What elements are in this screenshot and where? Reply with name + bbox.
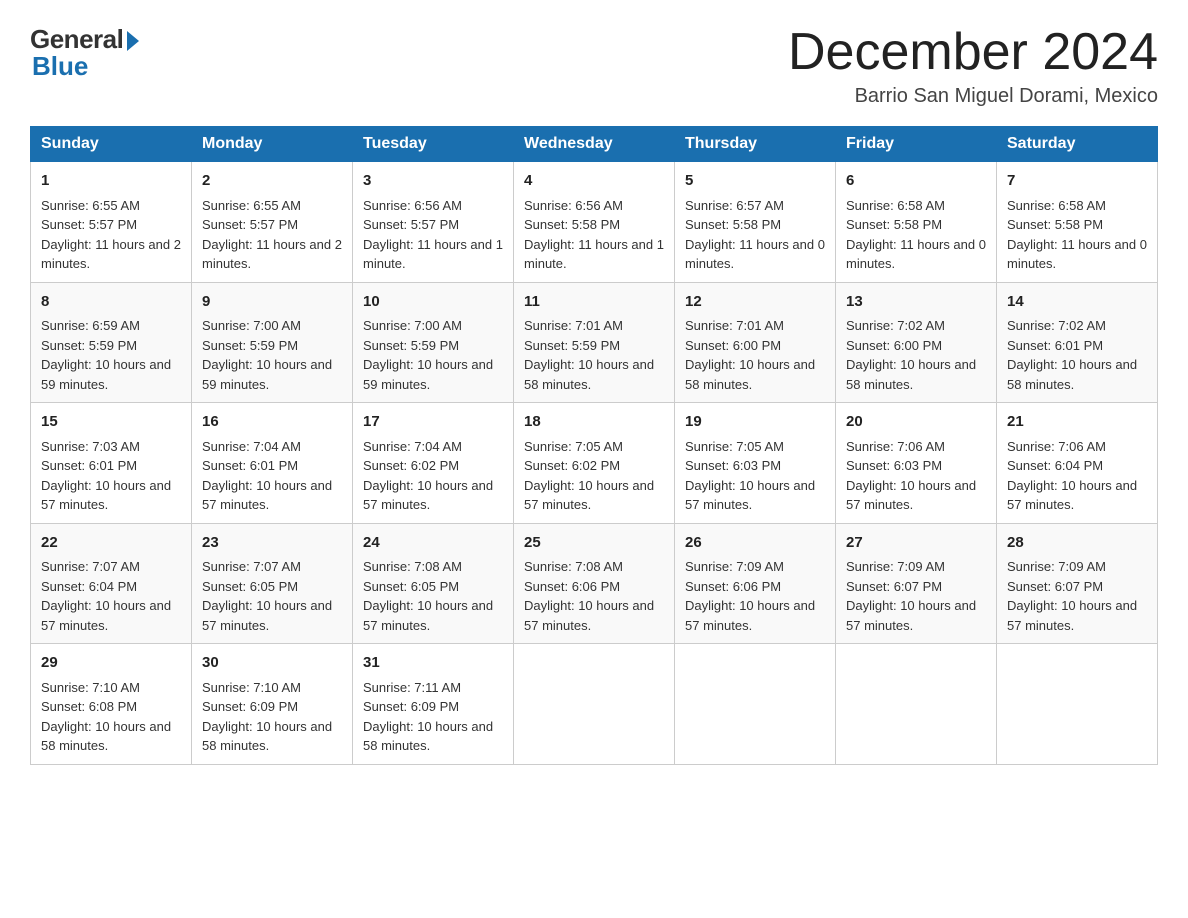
calendar-cell: 5Sunrise: 6:57 AMSunset: 5:58 PMDaylight… [675,162,836,283]
calendar-cell: 7Sunrise: 6:58 AMSunset: 5:58 PMDaylight… [997,162,1158,283]
calendar-cell [997,644,1158,765]
logo: General Blue [30,24,139,82]
calendar-cell: 25Sunrise: 7:08 AMSunset: 6:06 PMDayligh… [514,523,675,644]
day-number: 30 [202,652,342,675]
day-number: 27 [846,532,986,555]
day-number: 16 [202,411,342,434]
calendar-cell: 29Sunrise: 7:10 AMSunset: 6:08 PMDayligh… [31,644,192,765]
day-number: 24 [363,532,503,555]
day-number: 18 [524,411,664,434]
header-friday: Friday [836,127,997,162]
calendar-table: SundayMondayTuesdayWednesdayThursdayFrid… [30,126,1158,765]
calendar-week-row: 22Sunrise: 7:07 AMSunset: 6:04 PMDayligh… [31,523,1158,644]
calendar-cell: 13Sunrise: 7:02 AMSunset: 6:00 PMDayligh… [836,282,997,403]
day-number: 5 [685,170,825,193]
calendar-week-row: 29Sunrise: 7:10 AMSunset: 6:08 PMDayligh… [31,644,1158,765]
page-header: General Blue December 2024 Barrio San Mi… [30,24,1158,108]
calendar-cell: 22Sunrise: 7:07 AMSunset: 6:04 PMDayligh… [31,523,192,644]
calendar-cell: 3Sunrise: 6:56 AMSunset: 5:57 PMDaylight… [353,162,514,283]
day-number: 20 [846,411,986,434]
day-number: 12 [685,291,825,314]
calendar-cell: 31Sunrise: 7:11 AMSunset: 6:09 PMDayligh… [353,644,514,765]
calendar-cell: 18Sunrise: 7:05 AMSunset: 6:02 PMDayligh… [514,403,675,524]
calendar-cell: 4Sunrise: 6:56 AMSunset: 5:58 PMDaylight… [514,162,675,283]
day-number: 21 [1007,411,1147,434]
calendar-cell: 8Sunrise: 6:59 AMSunset: 5:59 PMDaylight… [31,282,192,403]
day-number: 28 [1007,532,1147,555]
calendar-header-row: SundayMondayTuesdayWednesdayThursdayFrid… [31,127,1158,162]
day-number: 1 [41,170,181,193]
day-number: 4 [524,170,664,193]
calendar-cell: 21Sunrise: 7:06 AMSunset: 6:04 PMDayligh… [997,403,1158,524]
day-number: 17 [363,411,503,434]
calendar-cell: 6Sunrise: 6:58 AMSunset: 5:58 PMDaylight… [836,162,997,283]
calendar-cell: 16Sunrise: 7:04 AMSunset: 6:01 PMDayligh… [192,403,353,524]
calendar-cell: 28Sunrise: 7:09 AMSunset: 6:07 PMDayligh… [997,523,1158,644]
logo-blue-text: Blue [30,51,88,82]
calendar-cell: 9Sunrise: 7:00 AMSunset: 5:59 PMDaylight… [192,282,353,403]
calendar-cell: 12Sunrise: 7:01 AMSunset: 6:00 PMDayligh… [675,282,836,403]
calendar-cell: 2Sunrise: 6:55 AMSunset: 5:57 PMDaylight… [192,162,353,283]
header-sunday: Sunday [31,127,192,162]
day-number: 8 [41,291,181,314]
calendar-cell: 23Sunrise: 7:07 AMSunset: 6:05 PMDayligh… [192,523,353,644]
calendar-cell: 26Sunrise: 7:09 AMSunset: 6:06 PMDayligh… [675,523,836,644]
calendar-week-row: 15Sunrise: 7:03 AMSunset: 6:01 PMDayligh… [31,403,1158,524]
calendar-cell: 20Sunrise: 7:06 AMSunset: 6:03 PMDayligh… [836,403,997,524]
header-saturday: Saturday [997,127,1158,162]
calendar-week-row: 8Sunrise: 6:59 AMSunset: 5:59 PMDaylight… [31,282,1158,403]
header-wednesday: Wednesday [514,127,675,162]
day-number: 6 [846,170,986,193]
day-number: 9 [202,291,342,314]
logo-arrow-icon [127,31,139,51]
calendar-cell: 11Sunrise: 7:01 AMSunset: 5:59 PMDayligh… [514,282,675,403]
calendar-cell: 10Sunrise: 7:00 AMSunset: 5:59 PMDayligh… [353,282,514,403]
header-thursday: Thursday [675,127,836,162]
calendar-cell: 24Sunrise: 7:08 AMSunset: 6:05 PMDayligh… [353,523,514,644]
day-number: 10 [363,291,503,314]
calendar-week-row: 1Sunrise: 6:55 AMSunset: 5:57 PMDaylight… [31,162,1158,283]
calendar-cell [675,644,836,765]
calendar-cell [836,644,997,765]
day-number: 31 [363,652,503,675]
month-title: December 2024 [788,24,1158,81]
calendar-cell: 19Sunrise: 7:05 AMSunset: 6:03 PMDayligh… [675,403,836,524]
day-number: 13 [846,291,986,314]
day-number: 15 [41,411,181,434]
day-number: 22 [41,532,181,555]
header-tuesday: Tuesday [353,127,514,162]
day-number: 23 [202,532,342,555]
calendar-cell: 27Sunrise: 7:09 AMSunset: 6:07 PMDayligh… [836,523,997,644]
calendar-cell: 17Sunrise: 7:04 AMSunset: 6:02 PMDayligh… [353,403,514,524]
calendar-cell: 1Sunrise: 6:55 AMSunset: 5:57 PMDaylight… [31,162,192,283]
day-number: 7 [1007,170,1147,193]
header-monday: Monday [192,127,353,162]
day-number: 2 [202,170,342,193]
day-number: 19 [685,411,825,434]
day-number: 25 [524,532,664,555]
day-number: 14 [1007,291,1147,314]
day-number: 29 [41,652,181,675]
location-subtitle: Barrio San Miguel Dorami, Mexico [788,85,1158,108]
day-number: 3 [363,170,503,193]
calendar-cell: 30Sunrise: 7:10 AMSunset: 6:09 PMDayligh… [192,644,353,765]
calendar-cell [514,644,675,765]
day-number: 11 [524,291,664,314]
title-block: December 2024 Barrio San Miguel Dorami, … [788,24,1158,108]
calendar-cell: 15Sunrise: 7:03 AMSunset: 6:01 PMDayligh… [31,403,192,524]
calendar-cell: 14Sunrise: 7:02 AMSunset: 6:01 PMDayligh… [997,282,1158,403]
day-number: 26 [685,532,825,555]
